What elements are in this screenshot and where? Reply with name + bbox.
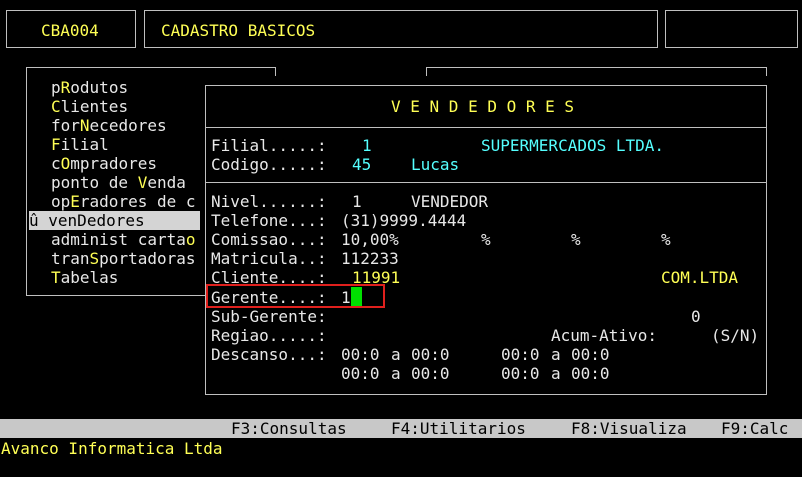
menu-item-vendedores-selected[interactable]: û venDedores [29,211,200,230]
descanso-start-3[interactable]: 00:0 [341,364,380,383]
screen-title: CADASTRO BASICOS [161,21,316,40]
filial-value[interactable]: 1 [362,136,372,155]
descanso-start-1[interactable]: 00:0 [341,345,380,364]
filial-name: SUPERMERCADOS LTDA. [481,136,665,155]
acum-ativo-hint: (S/N) [711,326,760,345]
program-code: CBA004 [41,21,99,40]
descanso-end-1[interactable]: 00:0 [411,345,450,364]
descanso-sep-1: a [391,345,401,364]
nivel-value[interactable]: 1 [352,192,362,211]
menu-item-operadores[interactable]: opEradores de c [51,192,196,211]
descanso-end-4[interactable]: 00:0 [571,364,610,383]
comissao-value[interactable]: 10,00% [341,230,399,249]
selection-marker: û [29,211,39,230]
subgerente-label: Sub-Gerente: [211,307,327,326]
dialog-divider-1 [206,127,766,128]
descanso-sep-2: a [551,345,561,364]
menu-bottom-border [26,295,206,296]
descanso-start-4[interactable]: 00:0 [501,364,540,383]
codigo-label: Codigo.....: [211,155,327,174]
menu-item-tabelas[interactable]: Tabelas [51,268,118,287]
descanso-end-3[interactable]: 00:0 [411,364,450,383]
comissao-pct-3: % [661,230,671,249]
telefone-label: Telefone...: [211,211,327,230]
telefone-value[interactable]: (31)9999.4444 [341,211,466,230]
f4-utilitarios[interactable]: F4:Utilitarios [391,419,526,438]
right-frame-top [426,67,767,68]
menu-item-produtos[interactable]: pRodutos [51,78,128,97]
descanso-end-2[interactable]: 00:0 [571,345,610,364]
codigo-name: Lucas [411,155,460,174]
comissao-label: Comissao...: [211,230,327,249]
cliente-name: COM.LTDA [661,268,739,287]
nivel-desc: VENDEDOR [411,192,489,211]
menu-item-administ-cartao[interactable]: administ cartao [51,230,196,249]
menu-item-fornecedores[interactable]: forNecedores [51,116,167,135]
matricula-value[interactable]: 112233 [341,249,399,268]
menu-top-border [26,67,276,68]
header-right-box [665,10,798,48]
company-footer: Avanco Informatica Ltda [1,439,223,458]
subgerente-value[interactable]: 0 [691,307,701,326]
dialog-title: V E N D E D O R E S [391,97,575,116]
descanso-sep-3: a [391,364,401,383]
f9-calc[interactable]: F9:Calc [721,419,788,438]
filial-label: Filial.....: [211,136,327,155]
regiao-label: Regiao.....: [211,326,327,345]
function-key-bar: F3:Consultas F4:Utilitarios F8:Visualiza… [0,419,802,438]
right-frame-right-tick [766,67,767,76]
f8-visualiza[interactable]: F8:Visualiza [571,419,687,438]
matricula-label: Matricula..: [211,249,327,268]
f3-consultas[interactable]: F3:Consultas [231,419,347,438]
menu-item-compradores[interactable]: cOmpradores [51,154,157,173]
comissao-pct-2: % [571,230,581,249]
acum-ativo-label: Acum-Ativo: [551,326,657,345]
menu-top-right-tick [275,67,276,76]
nivel-label: Nivel......: [211,192,327,211]
descanso-start-2[interactable]: 00:0 [501,345,540,364]
codigo-value[interactable]: 45 [352,155,371,174]
menu-item-ponto-de-venda[interactable]: ponto de Venda [51,173,186,192]
menu-item-clientes[interactable]: Clientes [51,97,128,116]
menu-item-transportadoras[interactable]: tranSportadoras [51,249,196,268]
comissao-pct-1: % [481,230,491,249]
menu-item-vendedores-label: venDedores [48,211,145,230]
descanso-label: Descanso...: [211,345,327,364]
menu-left-border [26,67,27,296]
right-frame-left-tick [426,67,427,76]
gerente-highlight-box [206,284,385,308]
dialog-divider-2 [206,182,766,183]
menu-item-filial[interactable]: Filial [51,135,109,154]
descanso-sep-4: a [551,364,561,383]
